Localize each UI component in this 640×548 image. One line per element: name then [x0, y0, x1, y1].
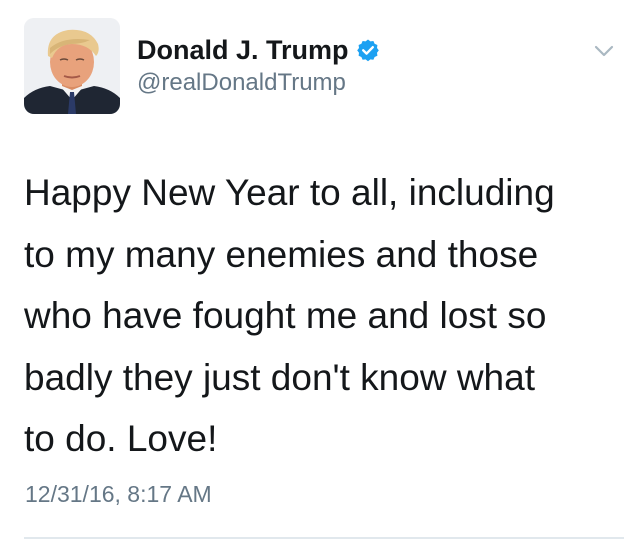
tweet-timestamp[interactable]: 12/31/16, 8:17 AM [25, 477, 212, 511]
avatar-portrait-image [24, 18, 120, 114]
chevron-down-icon[interactable] [591, 40, 617, 62]
tweet-text-line: to my many enemies and those [24, 233, 539, 275]
divider [24, 537, 624, 539]
tweet-text-line: to do. Love! [24, 418, 218, 459]
tweet-text-line: who have fought me and lost so [24, 295, 547, 336]
avatar[interactable] [24, 18, 120, 114]
tweet-text-line: badly they just don't know what [24, 356, 535, 398]
verified-badge-icon [356, 38, 380, 62]
tweet-card: Donald J. Trump @realDonaldTrump Happy N… [0, 0, 640, 548]
author-name-row: Donald J. Trump [137, 32, 380, 68]
author-handle[interactable]: @realDonaldTrump [137, 68, 346, 98]
author-display-name[interactable]: Donald J. Trump [137, 34, 349, 66]
tweet-text: Happy New Year to all, including to my m… [24, 162, 624, 470]
tweet-text-line: Happy New Year to all, including [24, 172, 555, 213]
